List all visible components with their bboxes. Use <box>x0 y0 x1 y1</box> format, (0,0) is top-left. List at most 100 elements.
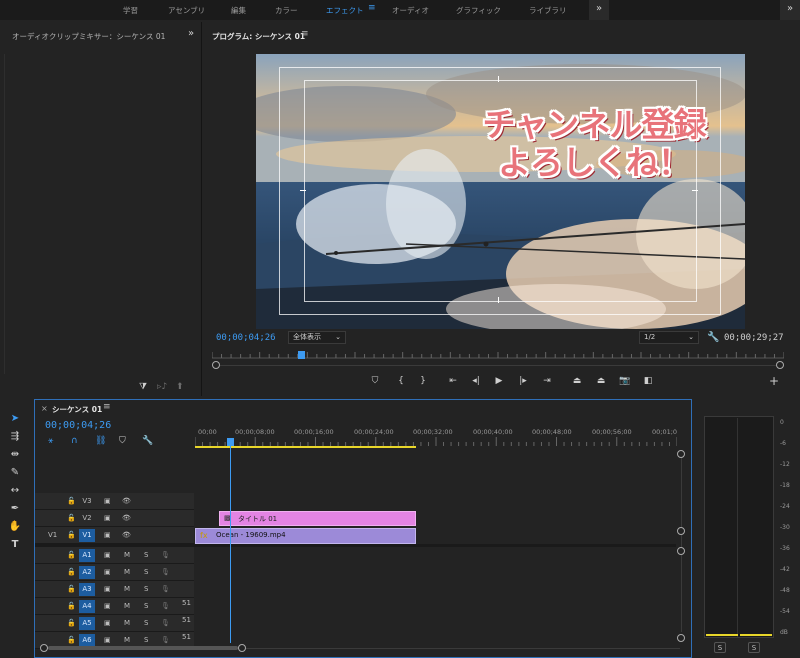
hscroll-handle-right[interactable] <box>238 644 246 652</box>
microphone-icon[interactable]: 🎙 <box>161 551 170 559</box>
nest-icon[interactable]: ⚹ <box>48 436 53 446</box>
track-name-a5[interactable]: A5 <box>79 617 95 630</box>
eye-icon[interactable]: 👁 <box>122 531 131 539</box>
mute-button[interactable]: M <box>124 551 130 559</box>
sequence-tab[interactable]: シーケンス 01 <box>52 404 102 415</box>
sequence-menu-icon[interactable]: ≡ <box>103 402 111 412</box>
workspace-edit[interactable]: 編集 <box>231 5 246 16</box>
vscroll-handle-audio[interactable] <box>677 547 685 555</box>
program-current-timecode[interactable]: 00;00;04;26 <box>216 333 276 343</box>
sync-lock-icon[interactable]: ▣ <box>104 602 111 610</box>
sync-lock-icon[interactable]: ▣ <box>104 514 111 522</box>
play-icon[interactable]: ▶ <box>492 374 506 388</box>
sync-lock-icon[interactable]: ▣ <box>104 585 111 593</box>
program-playhead[interactable] <box>297 351 305 359</box>
workspace-more-icon[interactable]: » <box>780 0 800 20</box>
lock-icon[interactable]: 🔓 <box>67 531 76 539</box>
export-icon[interactable]: ⬆ <box>176 382 184 392</box>
insert-icon[interactable]: ▹♪ <box>157 382 167 392</box>
razor-icon[interactable]: ✎ <box>8 466 22 480</box>
workspace-libraries[interactable]: ライブラリ <box>529 5 567 16</box>
add-marker-icon[interactable]: ⛉ <box>368 374 382 388</box>
step-forward-icon[interactable]: |▸ <box>516 374 530 388</box>
microphone-icon[interactable]: 🎙 <box>161 585 170 593</box>
hand-icon[interactable]: ✋ <box>8 520 22 534</box>
mixer-panel-menu-icon[interactable]: » <box>188 28 194 39</box>
vscroll-handle-top[interactable] <box>677 450 685 458</box>
workspace-color[interactable]: カラー <box>275 5 298 16</box>
sync-lock-icon[interactable]: ▣ <box>104 551 111 559</box>
close-sequence-icon[interactable]: × <box>41 404 48 413</box>
source-patch-v1[interactable]: V1 <box>48 531 57 539</box>
linked-selection-icon[interactable]: ⛓ <box>95 436 106 446</box>
track-name-v3[interactable]: V3 <box>79 495 95 508</box>
eye-icon[interactable]: 👁 <box>122 514 131 522</box>
workspace-audio[interactable]: オーディオ <box>392 5 429 16</box>
vertical-scroll-track[interactable] <box>681 452 682 632</box>
eye-icon[interactable]: 👁 <box>122 497 131 505</box>
timeline-playhead-line[interactable] <box>230 446 231 643</box>
mute-button[interactable]: M <box>124 602 130 610</box>
workspace-menu-icon[interactable]: ≡ <box>368 3 376 13</box>
video-clip[interactable]: fx Ocean - 19609.mp4 <box>195 528 416 544</box>
go-to-in-icon[interactable]: ⇤ <box>446 374 460 388</box>
snap-icon[interactable]: ∩ <box>71 436 78 446</box>
track-name-v2[interactable]: V2 <box>79 512 95 525</box>
mute-button[interactable]: M <box>124 585 130 593</box>
workspace-assembly[interactable]: アセンブリ <box>168 5 205 16</box>
program-menu-icon[interactable]: ≡ <box>301 29 309 39</box>
slip-icon[interactable]: ↔ <box>8 484 22 498</box>
type-tool-icon[interactable]: T <box>8 538 22 552</box>
microphone-icon[interactable]: 🎙 <box>161 636 170 644</box>
timeline-current-timecode[interactable]: 00;00;04;26 <box>45 420 111 431</box>
fit-zoom-dropdown[interactable]: 全体表示 ⌄ <box>288 331 346 344</box>
zoom-handle-right[interactable] <box>776 361 784 369</box>
microphone-icon[interactable]: 🎙 <box>161 602 170 610</box>
vscroll-handle-mid[interactable] <box>677 527 685 535</box>
track-name-a4[interactable]: A4 <box>79 600 95 613</box>
selection-tool-icon[interactable]: ➤ <box>8 412 22 426</box>
export-frame-icon[interactable]: 📷 <box>618 374 632 388</box>
microphone-icon[interactable]: 🎙 <box>161 568 170 576</box>
mute-button[interactable]: M <box>124 619 130 627</box>
solo-button[interactable]: S <box>144 585 148 593</box>
lock-icon[interactable]: 🔓 <box>67 636 76 644</box>
ripple-edit-icon[interactable]: ⇹ <box>8 448 22 462</box>
timeline-settings-icon[interactable]: 🔧 <box>142 436 153 446</box>
solo-button[interactable]: S <box>144 551 148 559</box>
title-clip[interactable]: ▩ タイトル 01 <box>219 511 416 526</box>
solo-left-button[interactable]: S <box>714 642 726 653</box>
lock-icon[interactable]: 🔓 <box>67 514 76 522</box>
track-name-a3[interactable]: A3 <box>79 583 95 596</box>
workspace-overflow-icon[interactable]: » <box>589 0 609 20</box>
lock-icon[interactable]: 🔓 <box>67 602 76 610</box>
lock-icon[interactable]: 🔓 <box>67 551 76 559</box>
workspace-learn[interactable]: 学習 <box>123 5 138 16</box>
lock-icon[interactable]: 🔓 <box>67 568 76 576</box>
track-name-a2[interactable]: A2 <box>79 566 95 579</box>
sync-lock-icon[interactable]: ▣ <box>104 568 111 576</box>
track-select-icon[interactable]: ⇶ <box>8 430 22 444</box>
solo-button[interactable]: S <box>144 568 148 576</box>
sync-lock-icon[interactable]: ▣ <box>104 497 111 505</box>
zoom-handle-left[interactable] <box>212 361 220 369</box>
solo-button[interactable]: S <box>144 636 148 644</box>
pen-icon[interactable]: ✒ <box>8 502 22 516</box>
work-area-bar[interactable] <box>195 446 416 448</box>
solo-button[interactable]: S <box>144 602 148 610</box>
solo-right-button[interactable]: S <box>748 642 760 653</box>
button-editor-plus-icon[interactable]: + <box>767 374 781 388</box>
microphone-icon[interactable]: 🎙 <box>161 619 170 627</box>
extract-icon[interactable]: ⏏ <box>594 374 608 388</box>
lock-icon[interactable]: 🔓 <box>67 497 76 505</box>
step-back-icon[interactable]: ◂| <box>469 374 483 388</box>
mute-button[interactable]: M <box>124 636 130 644</box>
comparison-view-icon[interactable]: ◧ <box>641 374 655 388</box>
sync-lock-icon[interactable]: ▣ <box>104 636 111 644</box>
mark-out-icon[interactable]: } <box>416 374 430 388</box>
sync-lock-icon[interactable]: ▣ <box>104 619 111 627</box>
wrench-icon[interactable]: 🔧 <box>707 332 719 343</box>
hscroll-handle-left[interactable] <box>40 644 48 652</box>
lift-icon[interactable]: ⏏ <box>570 374 584 388</box>
workspace-graphics[interactable]: グラフィック <box>456 5 501 16</box>
